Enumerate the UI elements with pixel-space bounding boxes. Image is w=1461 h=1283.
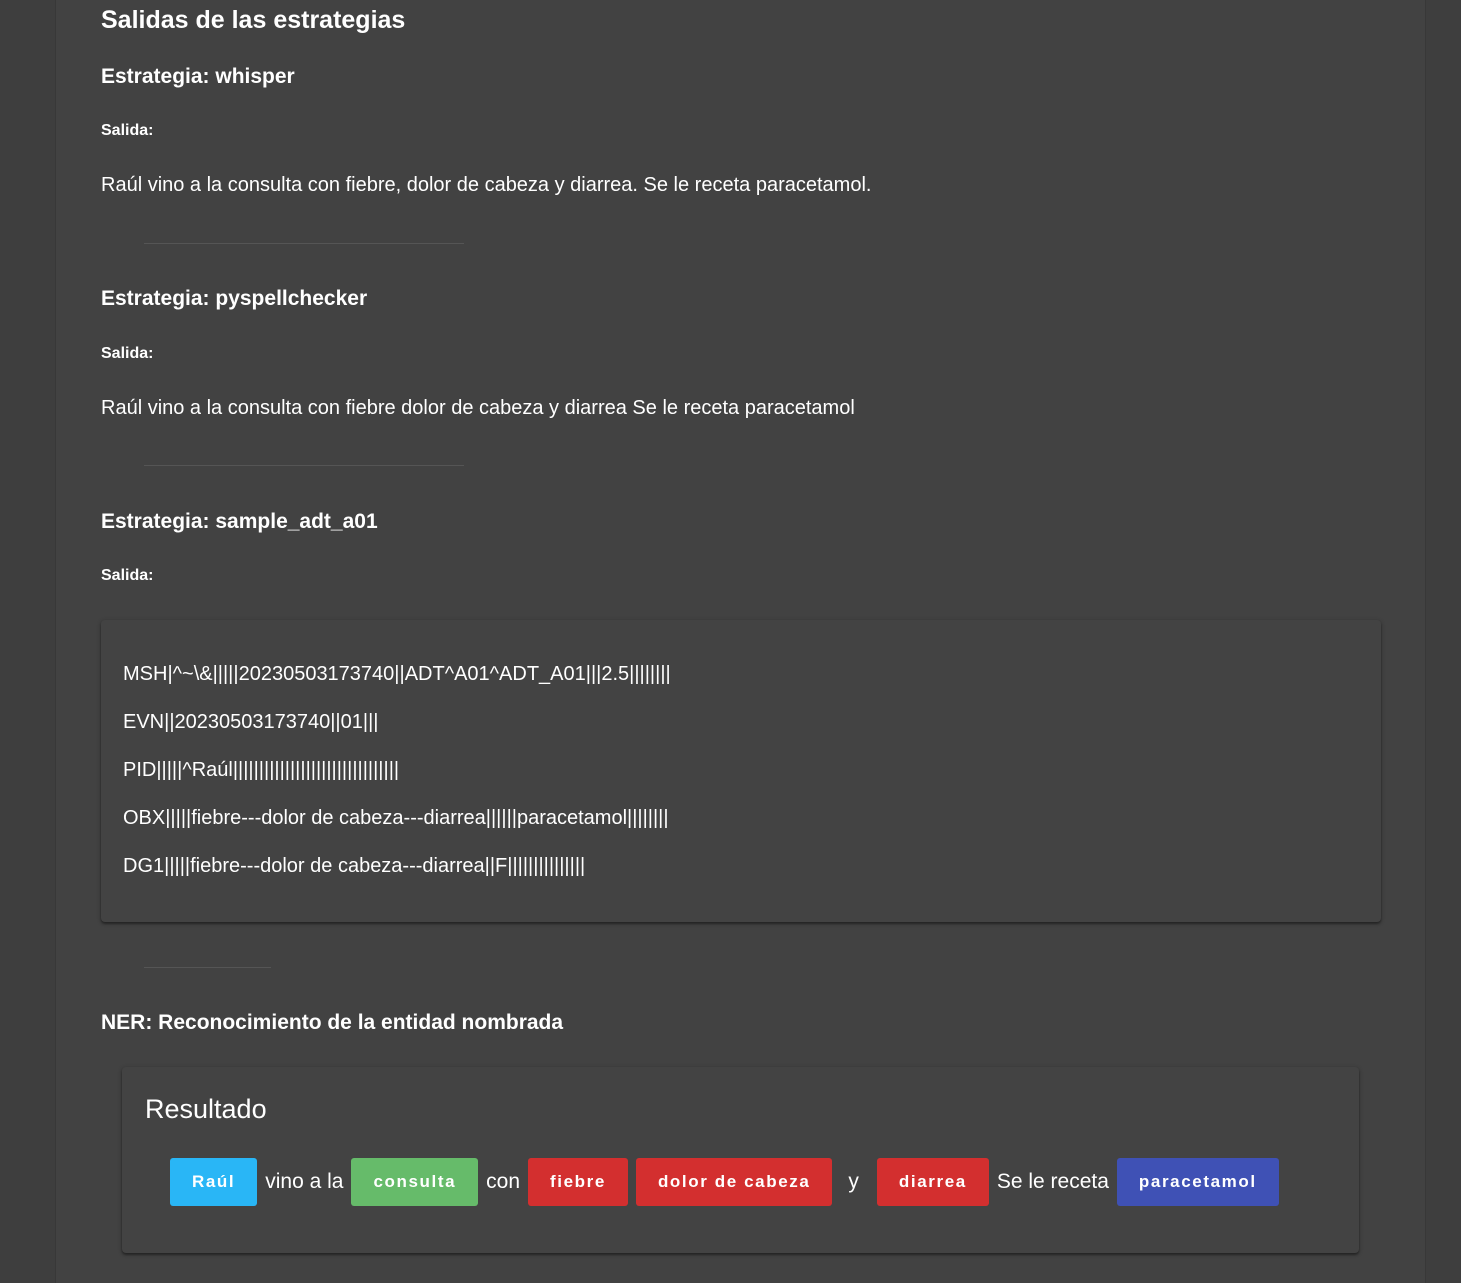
ner-result-card: Resultado Raúl vino a la consulta con fi… bbox=[122, 1067, 1359, 1253]
entity-chip-consultation: consulta bbox=[351, 1158, 479, 1206]
strategy-title-sample-adt-a01: Estrategia: sample_adt_a01 bbox=[101, 510, 378, 533]
entity-chip-medication: paracetamol bbox=[1116, 1158, 1279, 1206]
main-panel: Salidas de las estrategias Estrategia: w… bbox=[55, 0, 1426, 1283]
strategy-output-pyspellchecker: Raúl vino a la consulta con fiebre dolor… bbox=[101, 397, 855, 419]
ner-plain-text: vino a la bbox=[265, 1170, 344, 1193]
strategy-title-pyspellchecker: Estrategia: pyspellchecker bbox=[101, 287, 368, 310]
ner-plain-text: con bbox=[486, 1170, 521, 1193]
entity-chip-symptom: diarrea bbox=[876, 1158, 989, 1206]
salida-label: Salida: bbox=[101, 345, 154, 362]
strategy-title-whisper: Estrategia: whisper bbox=[101, 65, 295, 88]
hl7-output-card: MSH|^~\&|||||20230503173740||ADT^A01^ADT… bbox=[101, 620, 1381, 922]
entity-chip-symptom: dolor de cabeza bbox=[635, 1158, 833, 1206]
ner-plain-text: y bbox=[848, 1170, 859, 1193]
ner-token-row: Raúl vino a la consulta con fiebre dolor… bbox=[170, 1158, 1287, 1206]
hl7-segment-obx: OBX|||||fiebre---dolor de cabeza---diarr… bbox=[123, 807, 669, 829]
result-title: Resultado bbox=[145, 1094, 267, 1124]
hl7-segment-pid: PID|||||^Raúl|||||||||||||||||||||||||||… bbox=[123, 759, 400, 781]
strategy-output-whisper: Raúl vino a la consulta con fiebre, dolo… bbox=[101, 174, 872, 196]
salida-label: Salida: bbox=[101, 567, 154, 584]
ner-plain-text: Se le receta bbox=[996, 1170, 1109, 1193]
section-title: Salidas de las estrategias bbox=[101, 6, 406, 34]
ner-title: NER: Reconocimiento de la entidad nombra… bbox=[101, 1011, 564, 1034]
hl7-segment-dg1: DG1|||||fiebre---dolor de cabeza---diarr… bbox=[123, 855, 586, 877]
hl7-segment-evn: EVN||20230503173740||01||| bbox=[123, 711, 379, 733]
divider bbox=[144, 465, 464, 466]
divider bbox=[144, 243, 464, 244]
hl7-segment-msh: MSH|^~\&|||||20230503173740||ADT^A01^ADT… bbox=[123, 663, 671, 685]
entity-chip-person: Raúl bbox=[170, 1158, 258, 1206]
entity-chip-symptom: fiebre bbox=[528, 1158, 628, 1206]
divider bbox=[144, 967, 271, 968]
salida-label: Salida: bbox=[101, 122, 154, 139]
